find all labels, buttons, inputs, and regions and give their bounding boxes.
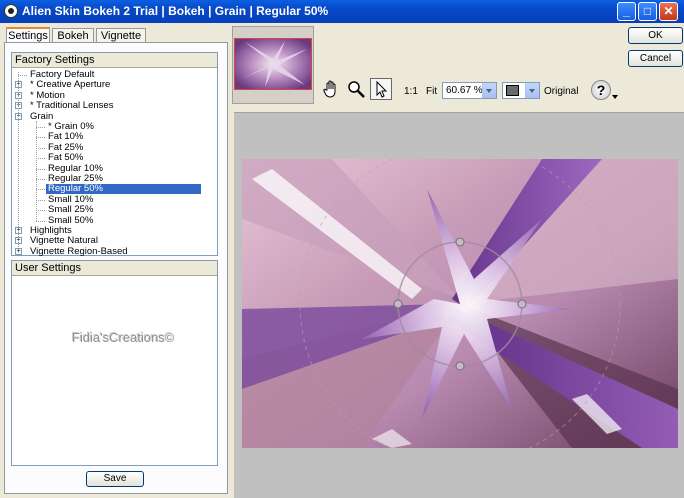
tree-item-label: * Traditional Lenses	[30, 100, 114, 112]
color-swatch	[506, 85, 519, 96]
user-settings-header: User Settings	[12, 261, 217, 276]
fit-button[interactable]: Fit	[426, 86, 437, 97]
zoom-value: 60.67 %	[446, 85, 483, 96]
minimize-button[interactable]: _	[617, 2, 636, 21]
tree-item-label: Vignette Region-Based	[30, 245, 128, 257]
factory-settings-box: Factory Settings Factory Default + * Creat…	[11, 52, 218, 256]
tree-connector	[36, 147, 45, 149]
expand-icon[interactable]: +	[15, 247, 22, 255]
cancel-button[interactable]: Cancel	[628, 50, 683, 67]
tree-item-label: Fat 50%	[48, 152, 84, 164]
chevron-down-icon[interactable]	[525, 83, 539, 98]
background-color-select[interactable]	[502, 82, 540, 99]
maximize-button[interactable]: □	[638, 2, 657, 21]
title-bar: Alien Skin Bokeh 2 Trial | Bokeh | Grain…	[0, 0, 684, 23]
tree-connector	[36, 179, 45, 180]
tab-bokeh[interactable]: Bokeh	[52, 28, 94, 43]
tree-guide	[36, 120, 37, 221]
pointer-tool-button[interactable]	[370, 78, 392, 100]
tree-connector	[36, 189, 45, 191]
app-icon[interactable]	[4, 4, 18, 18]
tree-connector	[36, 199, 45, 201]
thumbnail-image	[235, 39, 311, 89]
watermark-text: Fidia'sCreations©	[72, 330, 175, 345]
tree-connector	[36, 127, 45, 128]
tree-connector	[36, 137, 45, 139]
tree-connector	[36, 210, 45, 212]
tree-connector	[18, 75, 27, 76]
arrow-pointer-icon	[376, 80, 388, 98]
hand-icon	[323, 80, 336, 98]
factory-settings-header: Factory Settings	[12, 53, 217, 68]
tree-connector	[36, 220, 45, 222]
tree-item-label: Small 25%	[48, 204, 94, 216]
tree-guide	[18, 72, 19, 249]
preview-image[interactable]	[242, 159, 678, 448]
tree-item-label: Vignette Natural	[30, 235, 98, 247]
tree-item-label: Regular 50%	[46, 184, 201, 195]
tree-item-label: Fat 10%	[48, 131, 84, 143]
user-settings-box: User Settings	[11, 260, 218, 466]
zoom-tool-button[interactable]	[345, 78, 367, 100]
tab-vignette[interactable]: Vignette	[96, 28, 146, 43]
close-button[interactable]: ✕	[659, 2, 678, 21]
help-menu-arrow-icon[interactable]	[612, 95, 618, 99]
save-button[interactable]: Save	[86, 471, 144, 487]
zoom-select[interactable]: 60.67 %	[442, 82, 497, 99]
magnifier-icon	[348, 81, 365, 98]
navigator-thumbnail[interactable]	[234, 38, 312, 90]
help-button[interactable]: ?	[591, 80, 611, 100]
original-toggle[interactable]: Original	[544, 86, 578, 97]
bokeh-preview-image	[242, 159, 678, 448]
tree-connector	[36, 168, 45, 170]
zoom-1to1-button[interactable]: 1:1	[404, 86, 418, 97]
hand-tool-button[interactable]	[320, 78, 342, 100]
tree-item-label: * Creative Aperture	[30, 79, 111, 91]
ok-button[interactable]: OK	[628, 27, 683, 44]
window-title: Alien Skin Bokeh 2 Trial | Bokeh | Grain…	[22, 4, 329, 18]
tree-connector	[36, 158, 45, 160]
chevron-down-icon[interactable]	[482, 83, 496, 98]
